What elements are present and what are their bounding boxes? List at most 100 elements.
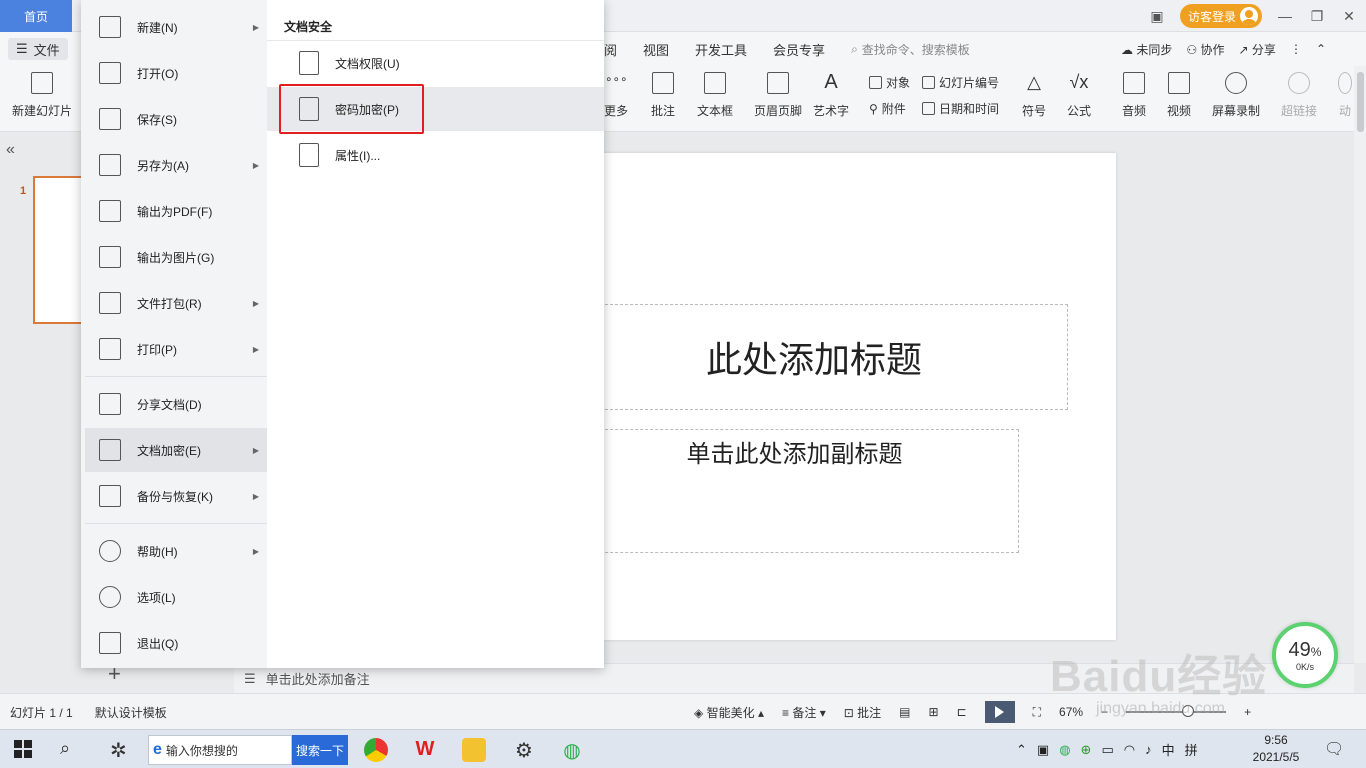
collab-label: 协作 xyxy=(1200,42,1225,57)
close-icon[interactable]: ✕ xyxy=(1340,8,1358,25)
menu-item-help[interactable]: 帮助(H) ▶ xyxy=(85,529,267,573)
play-slideshow-button[interactable] xyxy=(984,701,1015,723)
submenu-item-doc-permission[interactable]: 文档权限(U) xyxy=(267,41,604,85)
tray-security-icon[interactable]: ⊕ xyxy=(1081,742,1092,758)
ie-icon: e xyxy=(153,741,162,758)
tray-expand-icon[interactable]: ⌃ xyxy=(1016,742,1027,758)
command-search[interactable]: ⌕ 查找命令、搜索模板 xyxy=(851,41,970,58)
attachment-button[interactable]: ⚲ 附件 xyxy=(869,100,906,117)
subtitle-placeholder[interactable]: 单击此处添加副标题 xyxy=(560,429,1019,553)
wps-icon[interactable]: W xyxy=(413,738,437,762)
collab-button[interactable]: ⚇ 协作 xyxy=(1186,41,1224,58)
settings-gear-icon[interactable]: ⚙ xyxy=(512,738,536,762)
more-options-icon[interactable]: ⋮ xyxy=(1290,42,1302,56)
comment-button[interactable]: 批注 xyxy=(651,72,675,119)
ime-mode[interactable]: 拼 xyxy=(1185,740,1198,759)
animation-button[interactable]: 动 xyxy=(1338,72,1352,119)
file-explorer-icon[interactable] xyxy=(462,738,486,762)
slide-number-button[interactable]: 幻灯片编号 xyxy=(922,74,999,91)
wechat-icon[interactable]: ◍ xyxy=(560,738,584,762)
encrypt-doc-icon xyxy=(99,439,121,461)
tray-app-icon[interactable]: ▣ xyxy=(1037,742,1049,758)
menu-item-open[interactable]: 打开(O) xyxy=(85,51,267,95)
clock-time: 9:56 xyxy=(1264,733,1288,747)
wifi-icon[interactable]: ◠ xyxy=(1124,742,1135,758)
tab-member[interactable]: 会员专享 xyxy=(773,40,825,59)
design-template[interactable]: 默认设计模板 xyxy=(95,704,167,721)
slide-count: 幻灯片 1 / 1 xyxy=(10,705,73,720)
menu-item-export-pdf[interactable]: 输出为PDF(F) xyxy=(85,189,267,233)
menu-item-export-image[interactable]: 输出为图片(G) xyxy=(85,235,267,279)
menu-item-share[interactable]: 分享文档(D) xyxy=(85,382,267,426)
menu-item-options[interactable]: 选项(L) xyxy=(85,575,267,619)
ime-language[interactable]: 中 xyxy=(1162,740,1175,759)
system-clock[interactable]: 9:56 2021/5/5 xyxy=(1248,732,1304,766)
menu-item-encrypt[interactable]: 文档加密(E) ▶ xyxy=(85,428,267,472)
taskbar-search-box[interactable]: e 输入你想搜的 xyxy=(148,735,292,765)
file-menu-button[interactable]: ☰ 文件 xyxy=(8,38,68,60)
normal-view-icon[interactable]: ▤ xyxy=(899,705,910,719)
menu-item-save-as[interactable]: 另存为(A) ▶ xyxy=(85,143,267,187)
grid-view-icon[interactable]: ⊞ xyxy=(928,705,938,719)
tab-view[interactable]: 视图 xyxy=(643,40,669,59)
tray-wechat-icon[interactable]: ◍ xyxy=(1059,742,1070,758)
restore-icon[interactable]: ❐ xyxy=(1308,8,1326,25)
formula-button[interactable]: √x 公式 xyxy=(1067,72,1091,119)
more-button[interactable]: ∘∘∘ 更多 xyxy=(604,72,628,119)
header-footer-icon xyxy=(767,72,789,94)
menu-item-exit[interactable]: 退出(Q) xyxy=(85,621,267,665)
reading-view-icon[interactable]: ⊏ xyxy=(957,705,967,719)
chrome-icon[interactable] xyxy=(364,738,388,762)
wordart-button[interactable]: A 艺术字 xyxy=(813,72,849,119)
windows-start-icon[interactable] xyxy=(14,740,32,758)
layout-icon[interactable]: ▣ xyxy=(1148,8,1166,25)
menu-item-backup[interactable]: 备份与恢复(K) ▶ xyxy=(85,474,267,518)
menu-item-print[interactable]: 打印(P) ▶ xyxy=(85,327,267,371)
slide-canvas[interactable]: 此处添加标题 单击此处添加副标题 xyxy=(560,153,1116,640)
tab-developer[interactable]: 开发工具 xyxy=(695,40,747,59)
object-button[interactable]: 对象 xyxy=(869,74,910,91)
vertical-scrollbar[interactable] xyxy=(1354,66,1366,663)
minimize-icon[interactable]: — xyxy=(1276,8,1294,24)
battery-icon[interactable]: ▭ xyxy=(1101,742,1113,758)
menu-item-package[interactable]: 文件打包(R) ▶ xyxy=(85,281,267,325)
guest-login-button[interactable]: 访客登录 xyxy=(1179,4,1262,28)
zoom-in-icon[interactable]: + xyxy=(1244,705,1251,719)
notification-icon[interactable]: 🗨 xyxy=(1324,739,1344,759)
title-placeholder[interactable]: 此处添加标题 xyxy=(560,304,1068,410)
audio-button[interactable]: 音频 xyxy=(1122,72,1146,119)
collapse-panel-icon[interactable]: « xyxy=(6,141,15,159)
fit-window-icon[interactable]: ⛶ xyxy=(1033,705,1041,720)
scrollbar-thumb[interactable] xyxy=(1357,72,1364,132)
comment-label: 批注 xyxy=(651,104,676,118)
screen-record-button[interactable]: 屏幕录制 xyxy=(1212,72,1260,119)
hyperlink-button[interactable]: 超链接 xyxy=(1281,72,1317,119)
butterfly-app-icon[interactable]: ✲ xyxy=(110,738,134,762)
menu-item-new[interactable]: 新建(N) ▶ xyxy=(85,5,267,49)
taskbar-search-button[interactable]: 搜索一下 xyxy=(292,735,348,765)
windows-taskbar: ⌕ ✲ e 输入你想搜的 搜索一下 W ⚙ ◍ ⌃ ▣ ◍ ⊕ ▭ ◠ ♪ 中 … xyxy=(0,729,1366,768)
datetime-button[interactable]: 日期和时间 xyxy=(922,100,999,117)
notes-toggle-button[interactable]: ≡ 备注 ▾ xyxy=(782,704,826,721)
taskbar-search-icon[interactable]: ⌕ xyxy=(60,738,84,762)
menu-item-save[interactable]: 保存(S) xyxy=(85,97,267,141)
hamburger-icon: ☰ xyxy=(16,41,28,56)
share-button[interactable]: ↗ 分享 xyxy=(1239,41,1276,58)
calendar-icon xyxy=(922,102,935,115)
collapse-ribbon-icon[interactable]: ⌃ xyxy=(1316,42,1326,56)
volume-icon[interactable]: ♪ xyxy=(1145,742,1152,757)
sync-status[interactable]: ☁ 未同步 xyxy=(1121,41,1172,58)
tab-review[interactable]: 阅 xyxy=(604,40,617,59)
status-comment-button[interactable]: ⊡ 批注 xyxy=(844,704,881,721)
symbol-button[interactable]: △ 符号 xyxy=(1022,72,1046,119)
zoom-level[interactable]: 67% xyxy=(1059,705,1083,719)
new-slide-button[interactable]: 新建幻灯片 xyxy=(12,72,72,119)
video-button[interactable]: 视频 xyxy=(1167,72,1191,119)
submenu-item-properties[interactable]: 属性(I)... xyxy=(267,133,604,177)
baidu-watermark-url: jingyan.baidu.com xyxy=(1096,700,1225,717)
network-speed-widget[interactable]: 49% 0K/s xyxy=(1272,622,1338,688)
header-footer-button[interactable]: 页眉页脚 xyxy=(754,72,802,119)
textbox-button[interactable]: 文本框 xyxy=(697,72,733,119)
beautify-button[interactable]: ◈ 智能美化 ▴ xyxy=(694,704,764,721)
home-tab[interactable]: 首页 xyxy=(0,0,72,32)
